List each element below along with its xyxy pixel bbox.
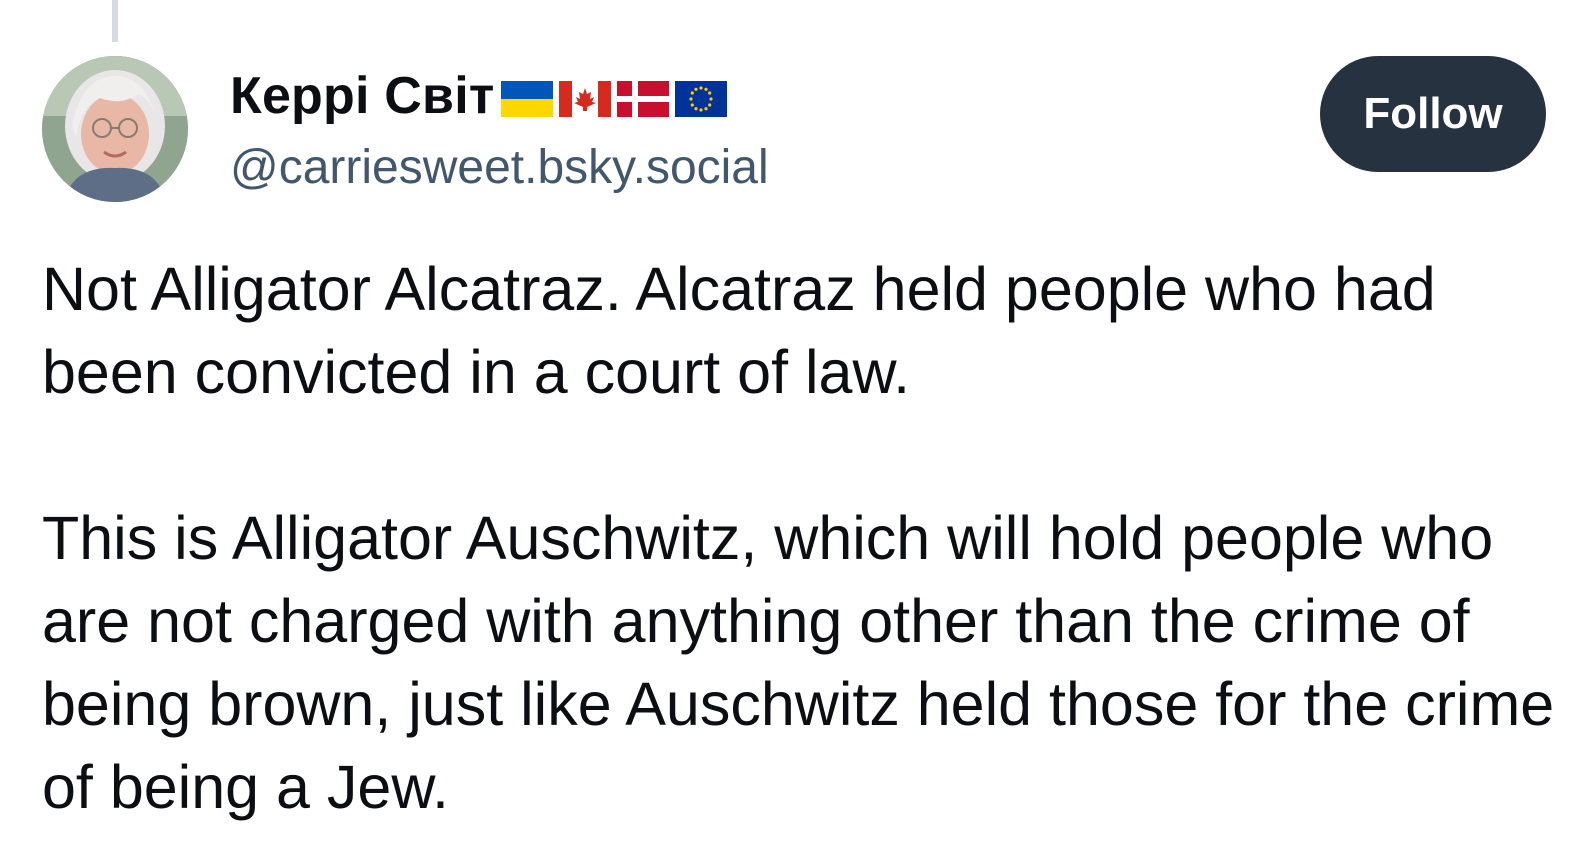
avatar[interactable] bbox=[42, 56, 188, 202]
avatar-photo bbox=[42, 56, 188, 202]
flag-ukraine-icon bbox=[500, 81, 553, 117]
post-text: Not Alligator Alcatraz. Alcatraz held pe… bbox=[42, 248, 1557, 829]
flag-emoji-group bbox=[500, 81, 727, 117]
author-name-row: Керрі Світ bbox=[230, 66, 727, 126]
author-display-name[interactable]: Керрі Світ bbox=[230, 66, 495, 126]
post-paragraph: Not Alligator Alcatraz. Alcatraz held pe… bbox=[42, 255, 1436, 406]
post-paragraph: This is Alligator Auschwitz, which will … bbox=[42, 504, 1555, 821]
flag-eu-icon bbox=[674, 81, 727, 117]
author-handle[interactable]: @carriesweet.bsky.social bbox=[230, 138, 769, 198]
flag-canada-icon bbox=[558, 81, 611, 117]
flag-denmark-icon bbox=[616, 81, 669, 117]
thread-line bbox=[112, 0, 118, 42]
follow-button[interactable]: Follow bbox=[1320, 56, 1546, 172]
